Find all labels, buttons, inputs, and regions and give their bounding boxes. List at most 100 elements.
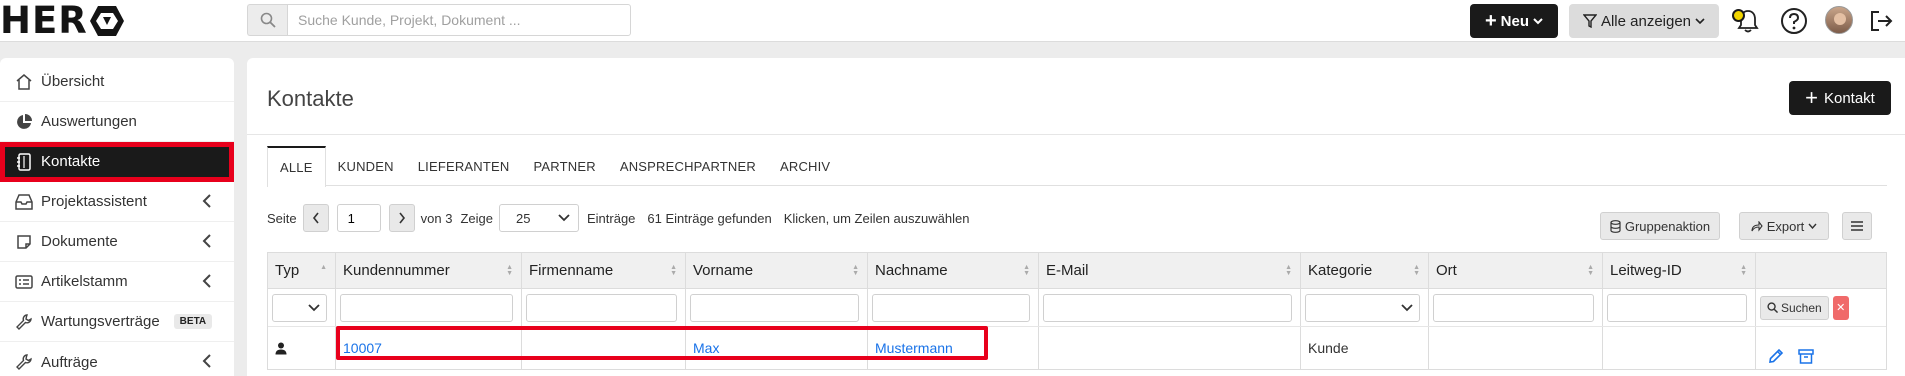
inbox-icon [14, 192, 34, 212]
filter-button-label: Alle anzeigen [1600, 12, 1692, 30]
tab-alle[interactable]: ALLE [267, 146, 326, 187]
firmenname-filter-input[interactable] [526, 293, 677, 322]
sidebar-item-artikelstamm[interactable]: Artikelstamm [0, 262, 234, 302]
user-avatar[interactable] [1825, 6, 1853, 34]
filter-cell [1429, 289, 1603, 326]
kundennummer-filter-input[interactable] [340, 293, 513, 322]
filter-actions-cell: Suchen ✕ [1756, 289, 1886, 326]
search-button[interactable]: Suchen [1760, 295, 1829, 320]
page-count-label: von 3 [420, 210, 453, 226]
filter-cell [1603, 289, 1756, 326]
next-page-button[interactable] [388, 204, 415, 232]
global-search [247, 4, 631, 36]
page-size-select[interactable]: 25 [498, 204, 579, 232]
chevron-left-icon [202, 274, 211, 288]
sidebar-item-label: Kontakte [41, 153, 101, 170]
search-icon[interactable] [247, 4, 287, 36]
column-header-firmenname[interactable]: Firmenname ▲ ▼ [522, 253, 686, 288]
ort-filter-input[interactable] [1433, 293, 1594, 322]
pie-chart-icon [14, 112, 34, 132]
page-size-value: 25 [515, 210, 531, 226]
chevron-down-icon [1401, 303, 1413, 311]
filter-icon [1582, 14, 1597, 28]
sidebar-item-uebersicht[interactable]: Übersicht [0, 62, 234, 102]
notification-badge [1732, 9, 1745, 22]
tab-lieferanten[interactable]: LIEFERANTEN [406, 146, 522, 186]
filter-cell [868, 289, 1039, 326]
column-header-label: Vorname [693, 262, 754, 279]
hero-logo[interactable]: HER [0, 2, 125, 40]
chevron-down-icon [558, 214, 570, 222]
sidebar-item-auftraege[interactable]: Aufträge [0, 342, 234, 376]
highlight-row-frame [336, 326, 988, 360]
tab-archiv[interactable]: ARCHIV [768, 146, 842, 186]
vorname-filter-input[interactable] [690, 293, 859, 322]
leitweg-id-filter-input[interactable] [1607, 293, 1747, 322]
export-button[interactable]: Export [1739, 212, 1829, 240]
sort-icon: ▲ ▼ [1740, 264, 1747, 277]
add-contact-button[interactable]: + Kontakt [1789, 81, 1891, 115]
sort-icon: ▲ ▼ [670, 264, 677, 277]
column-menu-button[interactable] [1842, 212, 1872, 240]
filter-cell [522, 289, 686, 326]
column-header-vorname[interactable]: Vorname ▲ ▼ [686, 253, 868, 288]
tab-kunden[interactable]: KUNDEN [326, 146, 406, 186]
sort-icon: ▲ ▼ [1023, 264, 1030, 277]
sidebar-item-kontakte[interactable]: Kontakte [0, 142, 234, 182]
column-header-typ[interactable]: Typ ▲ [268, 253, 336, 288]
chevron-down-icon [1808, 223, 1817, 229]
sidebar-item-auswertungen[interactable]: Auswertungen [0, 102, 234, 142]
edit-pencil-icon[interactable] [1768, 348, 1784, 364]
wrench-icon [14, 352, 34, 372]
column-header-nachname[interactable]: Nachname ▲ ▼ [868, 253, 1039, 288]
ort-cell [1429, 327, 1603, 369]
column-header-label: Nachname [875, 262, 948, 279]
filter-button[interactable]: Alle anzeigen [1569, 4, 1719, 38]
new-button[interactable]: + Neu [1470, 4, 1558, 38]
nachname-filter-input[interactable] [872, 293, 1030, 322]
help-icon[interactable] [1779, 6, 1809, 36]
filter-cell [1039, 289, 1301, 326]
email-filter-input[interactable] [1043, 293, 1292, 322]
kategorie-cell: Kunde [1301, 327, 1429, 369]
column-header-leitweg-id[interactable]: Leitweg-ID ▲ ▼ [1603, 253, 1756, 288]
search-input[interactable] [287, 4, 631, 36]
table-filter-row: Suchen ✕ [268, 289, 1886, 327]
page-number-input[interactable] [336, 204, 381, 232]
filter-cell [336, 289, 522, 326]
logout-icon[interactable] [1867, 6, 1897, 36]
new-button-label: Neu [1500, 12, 1530, 30]
column-header-ort[interactable]: Ort ▲ ▼ [1429, 253, 1603, 288]
chevron-left-icon [202, 354, 211, 368]
chevron-right-icon [399, 212, 405, 224]
group-action-button[interactable]: Gruppenaktion [1600, 212, 1720, 240]
column-header-label: Leitweg-ID [1610, 262, 1682, 279]
chevron-down-icon [1533, 18, 1543, 25]
beta-badge: BETA [173, 314, 213, 329]
search-icon [1767, 302, 1778, 313]
kategorie-filter-select[interactable] [1305, 293, 1420, 322]
sort-asc-icon: ▲ [320, 264, 327, 271]
archive-icon[interactable] [1798, 348, 1814, 364]
filter-cell [686, 289, 868, 326]
sidebar-item-projektassistent[interactable]: Projektassistent [0, 182, 234, 222]
sidebar-item-wartungsvertraege[interactable]: Wartungsverträge BETA [0, 302, 234, 342]
clear-filter-button[interactable]: ✕ [1832, 295, 1849, 320]
sort-icon: ▲ ▼ [1285, 264, 1292, 277]
show-label: Zeige [460, 210, 493, 226]
sort-icon: ▲ ▼ [506, 264, 513, 277]
column-header-kundennummer[interactable]: Kundennummer ▲ ▼ [336, 253, 522, 288]
page-label: Seite [267, 210, 297, 226]
previous-page-button[interactable] [302, 204, 329, 232]
sidebar-item-dokumente[interactable]: Dokumente [0, 222, 234, 262]
tab-ansprechpartner[interactable]: ANSPRECHPARTNER [608, 146, 768, 186]
contact-tabs: ALLE KUNDEN LIEFERANTEN PARTNER ANSPRECH… [267, 146, 1887, 187]
typ-filter-select[interactable] [272, 293, 327, 322]
column-header-email[interactable]: E-Mail ▲ ▼ [1039, 253, 1301, 288]
person-icon [275, 342, 287, 354]
table-header-row: Typ ▲ Kundennummer ▲ ▼ Firmenname ▲ ▼ Vorname… [268, 253, 1886, 289]
column-header-kategorie[interactable]: Kategorie ▲ ▼ [1301, 253, 1429, 288]
tab-partner[interactable]: PARTNER [522, 146, 608, 186]
logo-text: HER [0, 0, 88, 42]
pagination: Seite von 3 Zeige 25 Einträge 61 Einträg… [267, 203, 969, 233]
